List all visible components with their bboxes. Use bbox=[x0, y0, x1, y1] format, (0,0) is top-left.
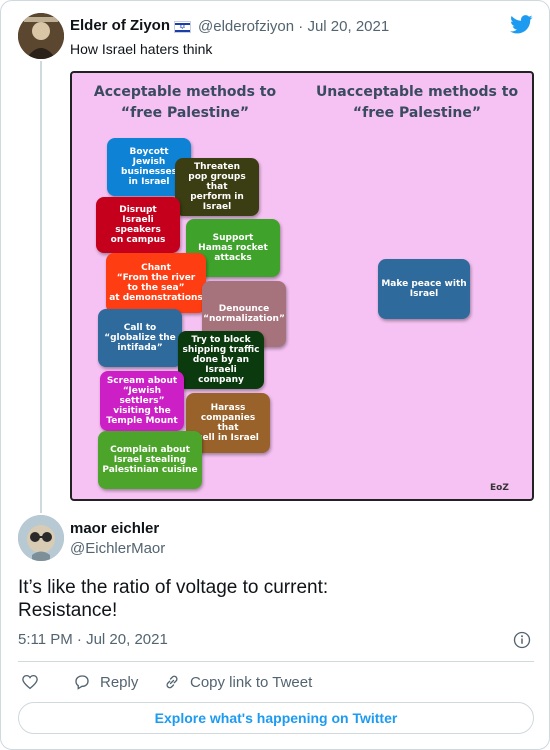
meme-credit: EoZ bbox=[490, 483, 509, 493]
meme-box-block-shipping: Try to block shipping traffic done by an… bbox=[178, 331, 264, 389]
thread-line bbox=[40, 61, 42, 513]
quoted-date[interactable]: Jul 20, 2021 bbox=[307, 18, 389, 35]
heart-icon bbox=[22, 674, 38, 690]
israel-flag-icon: ✡ bbox=[174, 21, 191, 33]
meme-box-jewish-settlers: Scream about “Jewish settlers” visiting … bbox=[100, 371, 184, 431]
explore-label[interactable]: Explore what's happening on Twitter bbox=[155, 710, 398, 726]
tweet-timestamp[interactable]: 5:11 PM · Jul 20, 2021 bbox=[18, 631, 168, 648]
quoted-handle-date[interactable]: @elderofziyon · Jul 20, 2021 bbox=[198, 18, 389, 35]
like-button[interactable] bbox=[21, 672, 48, 692]
unacceptable-column-title: Unacceptable methods to “free Palestine” bbox=[315, 84, 519, 121]
meme-box-palestinian-cuisine: Complain about Israel stealing Palestini… bbox=[98, 431, 202, 489]
twitter-bird-icon[interactable] bbox=[510, 15, 533, 34]
tweet-date[interactable]: Jul 20, 2021 bbox=[86, 631, 168, 648]
maor-eichler-avatar[interactable] bbox=[18, 515, 64, 561]
tweet-text-line: It’s like the ratio of voltage to curren… bbox=[18, 577, 329, 598]
reply-bubble-icon bbox=[75, 675, 89, 690]
quoted-separator: · bbox=[298, 18, 304, 35]
meme-box-threaten-pop-groups: Threaten pop groups that perform in Isra… bbox=[175, 158, 259, 216]
timestamp-separator: · bbox=[76, 631, 82, 648]
quoted-tweet-text: How Israel haters think bbox=[70, 41, 213, 57]
reply-button[interactable]: Reply bbox=[73, 672, 138, 692]
link-icon bbox=[166, 675, 178, 689]
meme-box-globalize-intifada: Call to “globalize the intifada” bbox=[98, 309, 182, 367]
acceptable-column-title: Acceptable methods to “free Palestine” bbox=[93, 84, 277, 121]
explore-twitter-button[interactable]: Explore what's happening on Twitter bbox=[18, 702, 534, 734]
meme-box-chant: Chant “From the river to the sea” at dem… bbox=[106, 253, 206, 313]
tweet-text: It’s like the ratio of voltage to curren… bbox=[18, 576, 528, 622]
meme-box-disrupt-speakers: Disrupt Israeli speakers on campus bbox=[96, 197, 180, 253]
info-icon[interactable] bbox=[513, 631, 531, 649]
embedded-tweet-card: Elder of Ziyon ✡ @elderofziyon · Jul 20,… bbox=[0, 0, 550, 750]
tweet-text-line: Resistance! bbox=[18, 600, 118, 621]
copy-link-label[interactable]: Copy link to Tweet bbox=[190, 674, 312, 691]
actions-divider bbox=[18, 661, 534, 662]
meme-image[interactable]: Acceptable methods to “free Palestine” U… bbox=[70, 71, 534, 501]
copy-link-button[interactable]: Copy link to Tweet bbox=[163, 672, 312, 692]
quoted-handle[interactable]: @elderofziyon bbox=[198, 18, 294, 35]
author-handle[interactable]: @EichlerMaor bbox=[70, 540, 165, 557]
reply-label[interactable]: Reply bbox=[100, 674, 138, 691]
quoted-author-name[interactable]: Elder of Ziyon bbox=[70, 17, 170, 34]
author-name[interactable]: maor eichler bbox=[70, 520, 159, 537]
tweet-time[interactable]: 5:11 PM bbox=[18, 631, 73, 648]
elder-of-ziyon-avatar[interactable] bbox=[18, 13, 64, 59]
meme-box-make-peace: Make peace with Israel bbox=[378, 259, 470, 319]
